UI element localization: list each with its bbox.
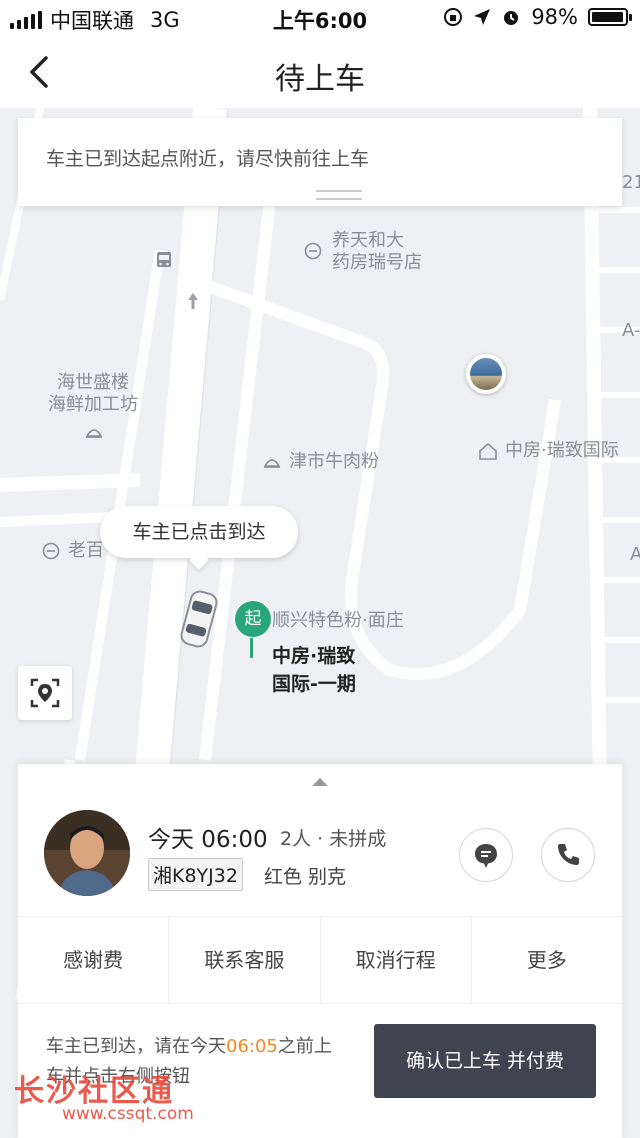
action-bar: 感谢费 联系客服 取消行程 更多 bbox=[18, 916, 622, 1004]
arrival-notice-text: 车主已到达起点附近，请尽快前往上车 bbox=[46, 148, 370, 170]
nav-bar: 待上车 bbox=[0, 36, 640, 108]
expand-caret-icon[interactable] bbox=[310, 776, 330, 788]
trip-passenger-info: 2人 · 未拼成 bbox=[280, 828, 387, 850]
start-pin-stem bbox=[250, 638, 253, 658]
poi-label: 养天和大 bbox=[332, 230, 404, 251]
phone-icon bbox=[558, 844, 579, 865]
direction-arrow-icon bbox=[188, 293, 198, 309]
cancel-trip-button[interactable]: 取消行程 bbox=[321, 917, 472, 1003]
license-plate: 湘K8YJ32 bbox=[148, 858, 243, 891]
alarm-icon bbox=[504, 11, 519, 25]
instruction-text: 车主已到达，请在今天 bbox=[46, 1036, 226, 1057]
building-home-icon bbox=[479, 442, 497, 460]
more-button[interactable]: 更多 bbox=[472, 917, 622, 1003]
poi-label: 药房瑞号店 bbox=[332, 252, 422, 273]
start-point-marker[interactable]: 起 bbox=[234, 600, 272, 658]
orientation-lock-icon bbox=[444, 8, 463, 26]
car-description: 红色 别克 bbox=[264, 866, 347, 888]
drag-handle-icon[interactable] bbox=[316, 190, 362, 200]
locate-icon bbox=[30, 678, 60, 708]
location-arrow-icon bbox=[474, 9, 491, 25]
battery-icon bbox=[588, 8, 632, 26]
message-icon bbox=[475, 844, 497, 868]
driver-arrived-bubble: 车主已点击到达 bbox=[100, 506, 298, 558]
bus-stop-icon bbox=[157, 252, 171, 267]
contact-support-button[interactable]: 联系客服 bbox=[169, 917, 321, 1003]
poi-laobai[interactable]: 老百 bbox=[68, 540, 104, 562]
start-label-line: 中房·瑞致 bbox=[272, 645, 356, 667]
call-button[interactable] bbox=[541, 828, 595, 882]
poi-zhongfang[interactable]: 中房·瑞致国际 bbox=[505, 440, 619, 462]
poi-edge-a: A- bbox=[622, 320, 640, 341]
shop-icon bbox=[42, 542, 60, 560]
locate-me-button[interactable] bbox=[18, 666, 72, 720]
driver-avatar[interactable] bbox=[44, 810, 130, 896]
page-title: 待上车 bbox=[275, 62, 365, 97]
restaurant-icon bbox=[85, 429, 103, 438]
poi-edge-21: 21 bbox=[622, 172, 640, 193]
user-avatar-marker[interactable] bbox=[466, 354, 506, 394]
poi-shunxing[interactable]: 顺兴特色粉·面庄 bbox=[272, 610, 404, 632]
start-pin-icon: 起 bbox=[234, 600, 272, 638]
poi-yangtian[interactable]: 养天和大 药房瑞号店 bbox=[332, 230, 422, 274]
confirm-board-pay-button[interactable]: 确认已上车 并付费 bbox=[374, 1024, 596, 1098]
poi-label: 海世盛楼 bbox=[57, 372, 129, 393]
thank-fee-button[interactable]: 感谢费 bbox=[18, 917, 170, 1003]
trip-time: 今天 06:00 bbox=[148, 827, 268, 853]
pharmacy-icon bbox=[304, 242, 322, 260]
poi-haishi[interactable]: 海世盛楼 海鲜加工坊 bbox=[48, 372, 138, 416]
watermark-url: www.cssqt.com bbox=[62, 1104, 194, 1124]
status-right: 98% bbox=[443, 5, 632, 29]
poi-label: 海鲜加工坊 bbox=[48, 394, 138, 415]
poi-edge-a2: A bbox=[630, 544, 640, 565]
photo-thumbnail-icon bbox=[470, 358, 502, 390]
status-bar: 中国联通 3G 上午6:00 98% bbox=[0, 0, 640, 36]
deadline-time: 06:05 bbox=[226, 1036, 278, 1057]
restaurant-icon bbox=[263, 459, 281, 468]
car-marker-icon bbox=[180, 590, 218, 648]
driver-photo bbox=[44, 810, 130, 896]
arrival-notice-card: 车主已到达起点附近，请尽快前往上车 bbox=[18, 118, 622, 206]
message-button[interactable] bbox=[459, 828, 513, 882]
start-point-label: 中房·瑞致 国际-一期 bbox=[272, 642, 356, 698]
battery-percent: 98% bbox=[531, 5, 578, 29]
poi-jinshi[interactable]: 津市牛肉粉 bbox=[289, 451, 379, 473]
start-label-line: 国际-一期 bbox=[272, 673, 356, 695]
